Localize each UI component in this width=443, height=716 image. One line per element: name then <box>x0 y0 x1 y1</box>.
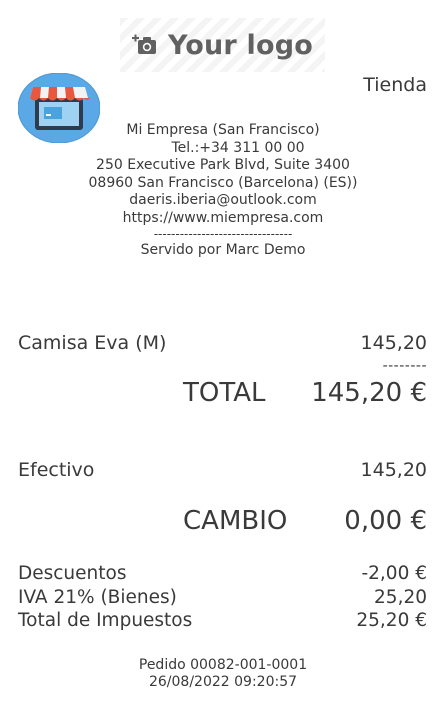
store-label: Tienda <box>363 74 427 96</box>
payment-line: Efectivo 145,20 <box>18 459 427 481</box>
tax-row: IVA 21% (Bienes) 25,20 <box>18 586 427 609</box>
pos-receipt: Your logo Tienda Mi Empresa (San Francis… <box>0 0 443 716</box>
tax-label: IVA 21% (Bienes) <box>18 587 177 608</box>
order-line: Camisa Eva (M) 145,20 <box>18 332 427 354</box>
tax-total-row: Total de Impuestos 25,20 € <box>18 609 427 632</box>
tax-total-value: 25,20 € <box>356 610 427 631</box>
logo-text: Your logo <box>167 29 314 61</box>
total-label: TOTAL <box>183 378 266 408</box>
company-address-line2: 08960 San Francisco (Barcelona) (ES)) <box>88 174 358 191</box>
discounts-label: Descuentos <box>18 563 127 584</box>
discounts-value: -2,00 € <box>361 563 427 584</box>
served-by: Servido por Marc Demo <box>140 242 306 258</box>
discounts-row: Descuentos -2,00 € <box>18 562 427 585</box>
tax-total-label: Total de Impuestos <box>18 610 193 631</box>
total-value: 145,20 € <box>311 378 427 408</box>
order-line-amount: 145,20 <box>360 332 427 354</box>
payment-amount: 145,20 <box>360 459 427 481</box>
company-phone: Tel.:+34 311 00 00 <box>171 139 305 156</box>
change-row: CAMBIO 0,00 € <box>183 506 427 536</box>
total-row: TOTAL 145,20 € <box>183 378 427 408</box>
tax-value: 25,20 <box>374 587 427 608</box>
camera-plus-icon <box>131 34 158 56</box>
change-label: CAMBIO <box>183 506 288 536</box>
payment-method: Efectivo <box>18 459 95 481</box>
subtotal-separator: -------- <box>382 358 427 374</box>
company-website: https://www.miempresa.com <box>122 209 324 226</box>
receipt-footer: Pedido 00082-001-0001 26/08/2022 09:20:5… <box>40 657 406 691</box>
order-reference: Pedido 00082-001-0001 <box>138 657 308 673</box>
company-address-line1: 250 Executive Park Blvd, Suite 3400 <box>96 157 350 173</box>
order-line-product: Camisa Eva (M) <box>18 332 167 354</box>
company-name: Mi Empresa (San Francisco) <box>126 122 320 138</box>
company-info: Mi Empresa (San Francisco) Tel.:+34 311 … <box>40 122 406 260</box>
company-email: daeris.iberia@outlook.com <box>129 192 317 208</box>
company-logo: Your logo <box>120 18 325 72</box>
header-separator: -------------------------------- <box>153 227 293 241</box>
change-value: 0,00 € <box>344 506 427 536</box>
order-datetime: 26/08/2022 09:20:57 <box>148 674 298 690</box>
